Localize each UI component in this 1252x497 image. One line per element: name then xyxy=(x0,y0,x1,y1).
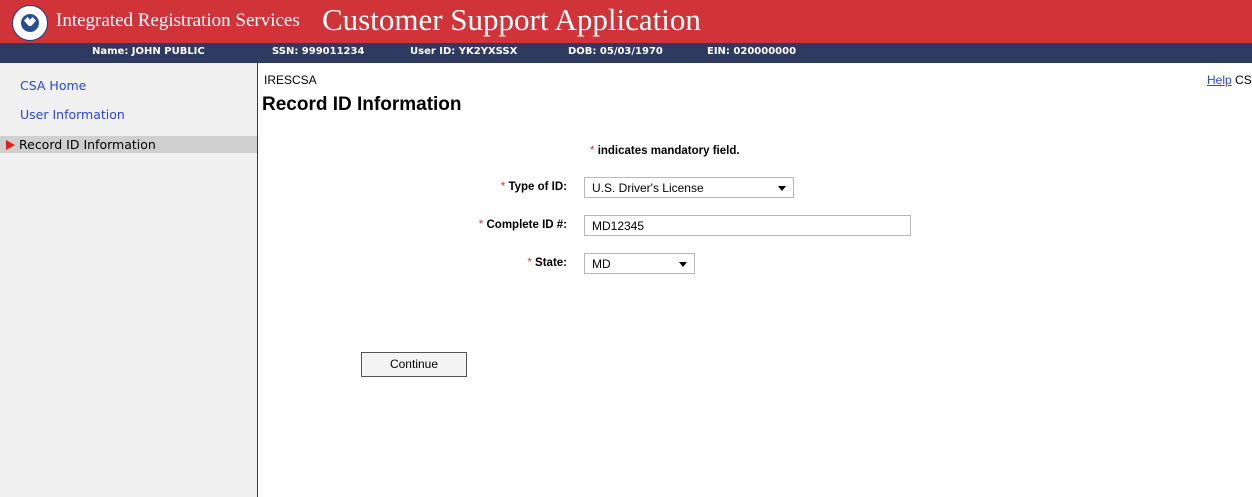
chevron-down-icon xyxy=(679,262,687,267)
complete-id-label-text: Complete ID #: xyxy=(486,219,567,231)
user-ssn: SSN: 999011234 xyxy=(272,46,365,57)
user-dob: DOB: 05/03/1970 xyxy=(568,46,663,57)
type-of-id-label: * Type of ID: xyxy=(501,181,567,193)
required-asterisk: * xyxy=(527,257,532,269)
sidebar: CSA Home User Information Record ID Info… xyxy=(0,63,258,497)
app-title: Customer Support Application xyxy=(322,2,701,37)
ssa-seal-logo xyxy=(12,5,48,41)
help-link[interactable]: Help xyxy=(1207,73,1232,87)
page-title: Record ID Information xyxy=(262,94,462,115)
type-of-id-select[interactable]: U.S. Driver's License xyxy=(584,177,794,198)
mandatory-asterisk: * xyxy=(590,145,595,157)
brand-name: Integrated Registration Services xyxy=(56,10,300,31)
sidebar-item-label: Record ID Information xyxy=(19,137,156,152)
sidebar-item-user-information[interactable]: User Information xyxy=(20,107,125,122)
user-id: User ID: YK2YXSSX xyxy=(410,46,518,57)
user-info-bar: Name: JOHN PUBLIC SSN: 999011234 User ID… xyxy=(0,43,1252,63)
state-select[interactable]: MD xyxy=(584,253,695,274)
complete-id-value: MD12345 xyxy=(592,219,645,233)
screen-code: CS035 xyxy=(1235,73,1252,87)
state-label: * State: xyxy=(527,257,567,269)
mandatory-field-note: * indicates mandatory field. xyxy=(590,145,740,157)
current-page-arrow-icon xyxy=(6,140,15,150)
complete-id-label: * Complete ID #: xyxy=(479,219,567,231)
system-name: IRESCSA xyxy=(264,73,317,87)
user-ein: EIN: 020000000 xyxy=(707,46,797,57)
sidebar-item-csa-home[interactable]: CSA Home xyxy=(20,78,86,93)
complete-id-input[interactable]: MD12345 xyxy=(584,215,911,236)
type-of-id-value: U.S. Driver's License xyxy=(592,181,704,195)
chevron-down-icon xyxy=(778,186,786,191)
sidebar-item-record-id-information[interactable]: Record ID Information xyxy=(0,136,257,153)
state-value: MD xyxy=(592,257,611,271)
user-name: Name: JOHN PUBLIC xyxy=(92,46,205,57)
header-bar: Integrated Registration Services Custome… xyxy=(0,0,1252,43)
required-asterisk: * xyxy=(478,219,484,231)
required-asterisk: * xyxy=(500,181,506,193)
continue-button[interactable]: Continue xyxy=(361,352,467,377)
help-area: Help CS035 xyxy=(1207,73,1252,87)
state-label-text: State: xyxy=(535,257,567,269)
mandatory-note-text: indicates mandatory field. xyxy=(597,145,740,157)
type-of-id-label-text: Type of ID: xyxy=(508,181,567,193)
